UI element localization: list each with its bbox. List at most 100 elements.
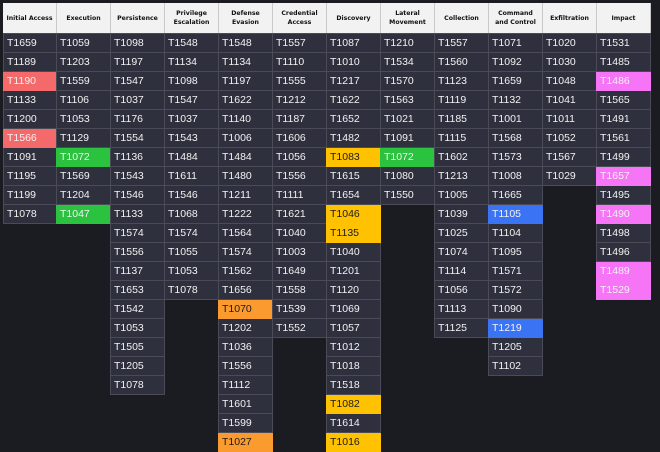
technique-cell[interactable]: T1030 [542,53,597,72]
technique-cell[interactable]: T1008 [488,167,543,186]
technique-cell[interactable]: T1098 [164,72,219,91]
technique-cell[interactable]: T1140 [218,110,273,129]
technique-cell[interactable]: T1557 [434,33,489,53]
technique-cell[interactable]: T1189 [3,53,57,72]
technique-cell[interactable]: T1657 [596,167,651,186]
technique-cell[interactable]: T1195 [3,167,57,186]
technique-cell[interactable]: T1563 [380,91,435,110]
technique-cell[interactable]: T1482 [326,129,381,148]
technique-cell[interactable]: T1129 [56,129,111,148]
technique-cell[interactable]: T1556 [110,243,165,262]
technique-cell[interactable]: T1110 [272,53,327,72]
technique-cell[interactable]: T1495 [596,186,651,205]
technique-cell[interactable]: T1176 [110,110,165,129]
technique-cell[interactable]: T1554 [110,129,165,148]
technique-cell[interactable]: T1665 [488,186,543,205]
technique-cell[interactable]: T1599 [218,414,273,433]
technique-cell[interactable]: T1070 [218,300,273,319]
technique-cell[interactable]: T1197 [110,53,165,72]
technique-cell[interactable]: T1210 [380,33,435,53]
technique-cell[interactable]: T1653 [110,281,165,300]
technique-cell[interactable]: T1572 [488,281,543,300]
technique-cell[interactable]: T1053 [56,110,111,129]
technique-cell[interactable]: T1529 [596,281,651,300]
technique-cell[interactable]: T1040 [326,243,381,262]
technique-cell[interactable]: T1200 [3,110,57,129]
technique-cell[interactable]: T1485 [596,53,651,72]
technique-cell[interactable]: T1574 [110,224,165,243]
technique-cell[interactable]: T1037 [110,91,165,110]
technique-cell[interactable]: T1001 [488,110,543,129]
technique-cell[interactable]: T1205 [488,338,543,357]
technique-cell[interactable]: T1078 [110,376,165,395]
technique-cell[interactable]: T1568 [488,129,543,148]
technique-cell[interactable]: T1204 [56,186,111,205]
technique-cell[interactable]: T1570 [380,72,435,91]
technique-cell[interactable]: T1080 [380,167,435,186]
technique-cell[interactable]: T1556 [272,167,327,186]
technique-cell[interactable]: T1027 [218,433,273,452]
technique-cell[interactable]: T1113 [434,300,489,319]
technique-cell[interactable]: T1543 [110,167,165,186]
technique-cell[interactable]: T1574 [218,243,273,262]
technique-cell[interactable]: T1197 [218,72,273,91]
technique-cell[interactable]: T1548 [164,33,219,53]
technique-cell[interactable]: T1133 [110,205,165,224]
technique-cell[interactable]: T1622 [326,91,381,110]
technique-cell[interactable]: T1041 [542,91,597,110]
technique-cell[interactable]: T1555 [272,72,327,91]
technique-cell[interactable]: T1557 [272,33,327,53]
technique-cell[interactable]: T1614 [326,414,381,433]
technique-cell[interactable]: T1571 [488,262,543,281]
technique-cell[interactable]: T1123 [434,72,489,91]
technique-cell[interactable]: T1111 [272,186,327,205]
technique-cell[interactable]: T1606 [272,129,327,148]
technique-cell[interactable]: T1649 [272,262,327,281]
technique-cell[interactable]: T1046 [326,205,381,224]
technique-cell[interactable]: T1090 [488,300,543,319]
technique-cell[interactable]: T1098 [110,33,165,53]
technique-cell[interactable]: T1187 [272,110,327,129]
technique-cell[interactable]: T1047 [56,205,111,224]
technique-cell[interactable]: T1083 [326,148,381,167]
technique-cell[interactable]: T1217 [326,72,381,91]
technique-cell[interactable]: T1057 [326,319,381,338]
technique-cell[interactable]: T1565 [596,91,651,110]
technique-cell[interactable]: T1556 [218,357,273,376]
technique-cell[interactable]: T1011 [542,110,597,129]
technique-cell[interactable]: T1601 [218,395,273,414]
technique-cell[interactable]: T1552 [272,319,327,338]
technique-cell[interactable]: T1134 [164,53,219,72]
technique-cell[interactable]: T1053 [110,319,165,338]
technique-cell[interactable]: T1490 [596,205,651,224]
technique-cell[interactable]: T1120 [326,281,381,300]
technique-cell[interactable]: T1137 [110,262,165,281]
technique-cell[interactable]: T1212 [272,91,327,110]
technique-cell[interactable]: T1542 [110,300,165,319]
technique-cell[interactable]: T1115 [434,129,489,148]
technique-cell[interactable]: T1539 [272,300,327,319]
technique-cell[interactable]: T1491 [596,110,651,129]
technique-cell[interactable]: T1211 [218,186,273,205]
technique-cell[interactable]: T1201 [326,262,381,281]
technique-cell[interactable]: T1021 [380,110,435,129]
technique-cell[interactable]: T1546 [110,186,165,205]
technique-cell[interactable]: T1125 [434,319,489,338]
technique-cell[interactable]: T1559 [56,72,111,91]
technique-cell[interactable]: T1059 [56,33,111,53]
technique-cell[interactable]: T1566 [3,129,57,148]
technique-cell[interactable]: T1611 [164,167,219,186]
technique-cell[interactable]: T1102 [488,357,543,376]
technique-cell[interactable]: T1136 [110,148,165,167]
technique-cell[interactable]: T1036 [218,338,273,357]
technique-cell[interactable]: T1548 [218,33,273,53]
technique-cell[interactable]: T1104 [488,224,543,243]
technique-cell[interactable]: T1546 [164,186,219,205]
technique-cell[interactable]: T1534 [380,53,435,72]
technique-cell[interactable]: T1499 [596,148,651,167]
technique-cell[interactable]: T1006 [218,129,273,148]
technique-cell[interactable]: T1569 [56,167,111,186]
technique-cell[interactable]: T1056 [272,148,327,167]
technique-cell[interactable]: T1012 [326,338,381,357]
technique-cell[interactable]: T1543 [164,129,219,148]
